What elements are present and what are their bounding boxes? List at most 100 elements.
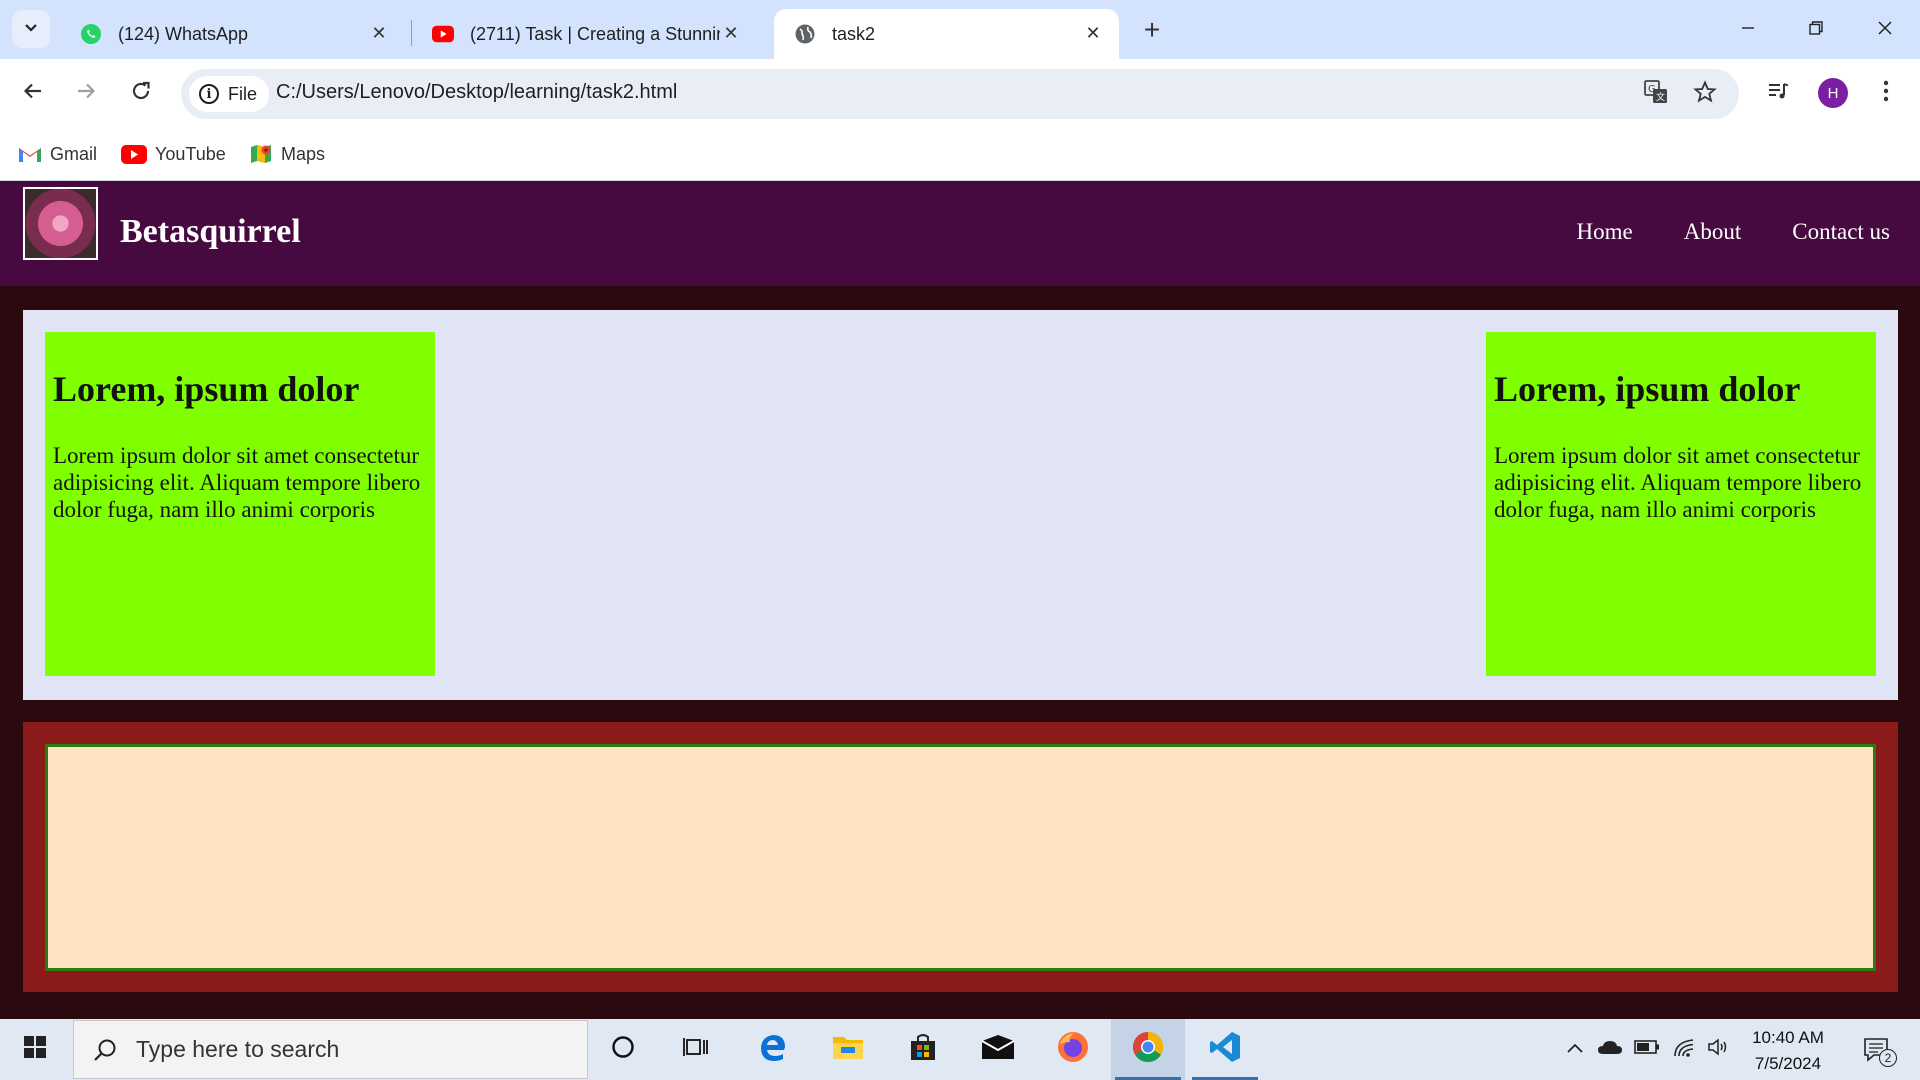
battery-tray[interactable]	[1630, 1019, 1664, 1080]
bookmark-gmail[interactable]: Gmail	[18, 137, 97, 171]
profile-button[interactable]: H	[1815, 75, 1851, 111]
bookmark-star-button[interactable]	[1690, 79, 1720, 109]
windows-icon	[23, 1035, 47, 1064]
taskbar-app-file-explorer[interactable]	[818, 1019, 878, 1080]
cortana-button[interactable]	[593, 1019, 653, 1080]
taskbar-app-edge[interactable]	[743, 1019, 803, 1080]
taskbar-app-vscode[interactable]	[1188, 1019, 1262, 1080]
menu-button[interactable]	[1868, 75, 1904, 111]
task-view-icon	[683, 1035, 709, 1064]
site-info-label: File	[228, 83, 258, 104]
firefox-icon	[1056, 1030, 1090, 1069]
tab-title: task2	[832, 23, 876, 44]
gmail-icon	[18, 145, 42, 163]
close-icon	[1877, 19, 1893, 42]
url-text[interactable]: C:/Users/Lenovo/Desktop/learning/task2.h…	[276, 81, 677, 104]
windows-taskbar: Type here to search 10:40 AM 7/5/2024 2	[0, 1019, 1920, 1080]
restore-button[interactable]	[1791, 10, 1841, 50]
chrome-icon	[1131, 1030, 1165, 1069]
wifi-icon	[1673, 1036, 1697, 1063]
tab-task2[interactable]: task2 ✕	[774, 9, 1119, 59]
logo-flower-image	[23, 187, 98, 260]
browser-toolbar: i File C:/Users/Lenovo/Desktop/learning/…	[0, 59, 1920, 129]
notification-center-button[interactable]: 2	[1853, 1019, 1903, 1080]
tab-title: (124) WhatsApp	[118, 23, 249, 44]
minimize-icon	[1740, 19, 1756, 42]
globe-icon	[794, 23, 816, 45]
network-tray[interactable]	[1670, 1019, 1700, 1080]
clock-time: 10:40 AM	[1752, 1028, 1824, 1047]
plus-icon: +	[1143, 14, 1161, 45]
media-controls-button[interactable]	[1761, 75, 1797, 111]
avatar: H	[1818, 78, 1848, 108]
taskbar-search-box[interactable]: Type here to search	[73, 1020, 588, 1079]
taskbar-app-mail[interactable]	[968, 1019, 1028, 1080]
translate-icon: G文	[1643, 79, 1669, 110]
site-info-chip[interactable]: i File	[189, 76, 270, 112]
start-button[interactable]	[0, 1019, 70, 1080]
maps-icon	[249, 142, 273, 166]
more-vertical-icon	[1883, 80, 1889, 107]
mail-icon	[980, 1033, 1016, 1066]
clock-date: 7/5/2024	[1754, 1054, 1822, 1073]
notification-icon: 2	[1863, 1036, 1897, 1067]
forward-button[interactable]	[68, 75, 104, 111]
footer-box	[23, 722, 1898, 992]
vscode-icon	[1208, 1030, 1242, 1069]
folder-icon	[831, 1032, 865, 1067]
reload-button[interactable]	[123, 75, 159, 111]
arrow-right-icon	[75, 80, 97, 107]
card-body: Lorem ipsum dolor sit amet consectetur a…	[1494, 443, 1862, 522]
close-window-button[interactable]	[1860, 10, 1910, 50]
tab-title: (2711) Task | Creating a Stunnin	[470, 23, 720, 44]
cloud-icon	[1597, 1039, 1623, 1060]
search-placeholder: Type here to search	[136, 1036, 340, 1062]
card-right: Lorem, ipsum dolor Lorem ipsum dolor sit…	[1486, 332, 1876, 676]
edge-icon	[757, 1031, 789, 1068]
address-bar[interactable]: i File C:/Users/Lenovo/Desktop/learning/…	[181, 69, 1739, 119]
store-bag-icon	[907, 1031, 939, 1068]
site-nav-links: Home About Contact us	[1526, 219, 1890, 245]
star-icon	[1693, 79, 1717, 109]
battery-icon	[1634, 1040, 1660, 1059]
nav-link-about[interactable]: About	[1684, 219, 1742, 245]
content-panel: Lorem, ipsum dolor Lorem ipsum dolor sit…	[23, 310, 1898, 700]
notification-count: 2	[1879, 1048, 1897, 1067]
tab-whatsapp[interactable]: (124) WhatsApp ✕	[60, 9, 405, 59]
chevron-down-icon	[23, 19, 39, 40]
close-icon[interactable]: ✕	[1081, 21, 1105, 45]
minimize-button[interactable]	[1723, 10, 1773, 50]
svg-text:文: 文	[1656, 91, 1665, 103]
footer-inner-box	[45, 744, 1876, 971]
restore-icon	[1808, 19, 1824, 42]
close-icon[interactable]: ✕	[367, 21, 391, 45]
task-view-button[interactable]	[666, 1019, 726, 1080]
bookmark-youtube[interactable]: YouTube	[121, 137, 226, 171]
taskbar-app-chrome[interactable]	[1111, 1019, 1185, 1080]
arrow-left-icon	[22, 80, 44, 107]
close-icon[interactable]: ✕	[719, 21, 743, 45]
bookmark-maps[interactable]: Maps	[249, 137, 325, 171]
new-tab-button[interactable]: +	[1136, 14, 1168, 46]
taskbar-app-firefox[interactable]	[1043, 1019, 1103, 1080]
circle-icon	[611, 1035, 635, 1064]
taskbar-app-store[interactable]	[893, 1019, 953, 1080]
chevron-up-icon	[1566, 1041, 1584, 1059]
tab-youtube[interactable]: (2711) Task | Creating a Stunnin ✕	[412, 9, 757, 59]
nav-link-contact[interactable]: Contact us	[1792, 219, 1890, 245]
info-icon: i	[199, 84, 219, 104]
browser-tab-strip: (124) WhatsApp ✕ (2711) Task | Creating …	[0, 0, 1920, 59]
site-navbar: Betasquirrel Home About Contact us	[0, 181, 1920, 286]
back-button[interactable]	[15, 75, 51, 111]
whatsapp-icon	[80, 23, 102, 45]
tab-search-button[interactable]	[12, 10, 50, 48]
site-brand: Betasquirrel	[120, 213, 301, 250]
taskbar-clock[interactable]: 10:40 AM 7/5/2024	[1740, 1025, 1836, 1077]
bookmark-label: Gmail	[50, 143, 98, 164]
show-hidden-icons-button[interactable]	[1560, 1019, 1590, 1080]
volume-tray[interactable]	[1704, 1019, 1734, 1080]
youtube-icon	[121, 144, 147, 164]
nav-link-home[interactable]: Home	[1577, 219, 1633, 245]
onedrive-tray[interactable]	[1595, 1019, 1625, 1080]
translate-button[interactable]: G文	[1641, 79, 1671, 109]
